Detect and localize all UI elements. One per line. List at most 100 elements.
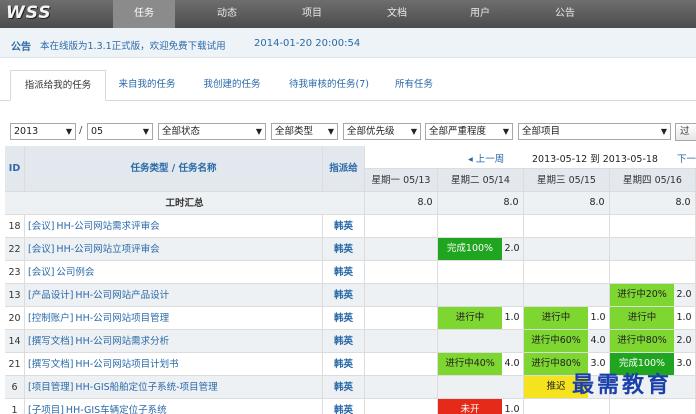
- task-assignee[interactable]: 韩英: [323, 307, 365, 330]
- task-type-link[interactable]: [项目管理]: [28, 382, 73, 393]
- day-cell-thu: [610, 238, 696, 261]
- task-status-badge[interactable]: 进行中: [524, 307, 588, 329]
- task-status-badge[interactable]: 进行中60%: [524, 330, 588, 352]
- type-select[interactable]: 全部类型 ▼: [271, 123, 338, 140]
- task-type-link[interactable]: [会议]: [28, 221, 54, 232]
- summary-hours-wed: 8.0: [589, 197, 605, 208]
- status-select-value: 全部状态: [162, 126, 201, 137]
- task-hours: 2.0: [676, 289, 692, 300]
- tab-created-by-me[interactable]: 我创建的任务: [193, 70, 271, 101]
- task-name-link[interactable]: HH-公司网站需求分析: [75, 336, 169, 347]
- app-logo[interactable]: WSS: [6, 3, 52, 23]
- tab-pending-review[interactable]: 待我审核的任务(7): [279, 70, 379, 101]
- task-assignee[interactable]: 韩英: [323, 399, 365, 414]
- project-select[interactable]: 全部项目 ▼: [518, 123, 671, 140]
- task-status-badge[interactable]: 未开: [438, 399, 502, 414]
- tab-from-me[interactable]: 来自我的任务: [110, 70, 184, 101]
- nav-item-projects[interactable]: 项目: [281, 0, 343, 28]
- task-type-link[interactable]: [控制账户]: [28, 313, 73, 324]
- day-cell-tue: 进行中40% 4.0: [438, 353, 524, 376]
- nav-item-announcements[interactable]: 公告: [534, 0, 596, 28]
- priority-select[interactable]: 全部优先级 ▼: [343, 123, 421, 140]
- day-cell-wed: 进行中 1.0: [524, 307, 610, 330]
- nav-item-tasks[interactable]: 任务: [113, 0, 175, 28]
- day-cell-mon: [365, 238, 438, 261]
- task-hours: 2.0: [676, 335, 692, 346]
- task-type-link[interactable]: [会议]: [28, 244, 54, 255]
- task-status-badge[interactable]: 进行中: [438, 307, 502, 329]
- tab-all-tasks[interactable]: 所有任务: [386, 70, 442, 101]
- task-name-link[interactable]: HH-公司网站产品设计: [75, 290, 169, 301]
- task-name-link[interactable]: HH-GIS车辆定位子系统: [66, 405, 167, 414]
- task-name-link[interactable]: HH-公司网站立项评审会: [56, 244, 159, 255]
- filter-go-button[interactable]: 过: [675, 123, 696, 141]
- project-select-value: 全部项目: [522, 126, 561, 137]
- day-header-thu: 星期四 05/16: [610, 169, 696, 192]
- announcement-label: 公告: [11, 42, 31, 53]
- task-type-link[interactable]: [子项目]: [28, 405, 64, 414]
- status-select[interactable]: 全部状态 ▼: [158, 123, 266, 140]
- task-assignee[interactable]: 韩英: [323, 215, 365, 238]
- announcement-time: 2014-01-20 20:00:54: [254, 38, 361, 49]
- task-name-link[interactable]: HH-公司网站需求评审会: [56, 221, 159, 232]
- day-cell-tue: [438, 261, 524, 284]
- task-name-link[interactable]: HH-公司网站项目管理: [75, 313, 169, 324]
- task-name-link[interactable]: HH-公司网站项目计划书: [75, 359, 178, 370]
- severity-select-value: 全部严重程度: [429, 126, 487, 137]
- task-assignee[interactable]: 韩英: [323, 353, 365, 376]
- day-cell-mon: [365, 215, 438, 238]
- task-assignee[interactable]: 韩英: [323, 376, 365, 399]
- day-cell-thu: [610, 399, 696, 414]
- task-hours: 2.0: [504, 243, 520, 254]
- severity-select[interactable]: 全部严重程度 ▼: [425, 123, 513, 140]
- task-status-badge[interactable]: 完成100%: [438, 238, 502, 260]
- dropdown-arrow-icon: ▼: [327, 127, 334, 136]
- day-cell-mon: [365, 307, 438, 330]
- task-type-link[interactable]: [会议]: [28, 267, 54, 278]
- day-cell-tue: [438, 330, 524, 353]
- task-id: 13: [5, 284, 25, 307]
- task-assignee[interactable]: 韩英: [323, 284, 365, 307]
- next-week-link[interactable]: 下一: [677, 151, 696, 165]
- task-type-link[interactable]: [产品设计]: [28, 290, 73, 301]
- task-status-badge[interactable]: 进行中20%: [610, 284, 674, 306]
- nav-item-activity[interactable]: 动态: [196, 0, 258, 28]
- nav-item-documents[interactable]: 文档: [366, 0, 428, 28]
- task-id: 18: [5, 215, 25, 238]
- task-name-cell: [会议] 公司例会: [25, 261, 323, 284]
- task-status-badge[interactable]: 进行中40%: [438, 353, 502, 375]
- dropdown-arrow-icon: ▼: [410, 127, 417, 136]
- task-name-link[interactable]: HH-GIS船舶定位子系统-项目管理: [75, 382, 217, 393]
- day-cell-tue: [438, 376, 524, 399]
- column-header-id[interactable]: ID: [5, 146, 25, 192]
- announcement-text[interactable]: 本在线版为1.3.1正式版，欢迎免费下载试用: [40, 38, 226, 52]
- task-name-cell: [撰写文档] HH-公司网站项目计划书: [25, 353, 323, 376]
- task-name-link[interactable]: 公司例会: [56, 267, 94, 278]
- task-assignee[interactable]: 韩英: [323, 330, 365, 353]
- task-name-cell: [控制账户] HH-公司网站项目管理: [25, 307, 323, 330]
- task-status-badge[interactable]: 进行中80%: [610, 330, 674, 352]
- year-select[interactable]: 2013 ▼: [10, 123, 76, 140]
- nav-item-users[interactable]: 用户: [449, 0, 511, 28]
- task-assignee[interactable]: 韩英: [323, 261, 365, 284]
- day-cell-thu: 进行中 1.0: [610, 307, 696, 330]
- task-id: 23: [5, 261, 25, 284]
- day-cell-mon: [365, 261, 438, 284]
- task-type-link[interactable]: [撰写文档]: [28, 336, 73, 347]
- task-hours: 4.0: [504, 358, 520, 369]
- task-hours: 4.0: [590, 335, 606, 346]
- day-cell-tue: [438, 215, 524, 238]
- summary-hours-thu: 8.0: [675, 197, 691, 208]
- tab-assigned-to-me[interactable]: 指派给我的任务: [10, 70, 106, 101]
- column-header-task[interactable]: 任务类型 / 任务名称: [25, 146, 323, 192]
- prev-week-link[interactable]: ◂ 上一周: [468, 151, 504, 165]
- column-header-assignee[interactable]: 指派给: [323, 146, 365, 192]
- month-select[interactable]: 05 ▼: [87, 123, 153, 140]
- day-cell-tue: 进行中 1.0: [438, 307, 524, 330]
- task-assignee[interactable]: 韩英: [323, 238, 365, 261]
- day-cell-mon: [365, 330, 438, 353]
- summary-hours-mon: 8.0: [417, 197, 433, 208]
- task-type-link[interactable]: [撰写文档]: [28, 359, 73, 370]
- task-status-badge[interactable]: 进行中: [610, 307, 674, 329]
- task-id: 6: [5, 376, 25, 399]
